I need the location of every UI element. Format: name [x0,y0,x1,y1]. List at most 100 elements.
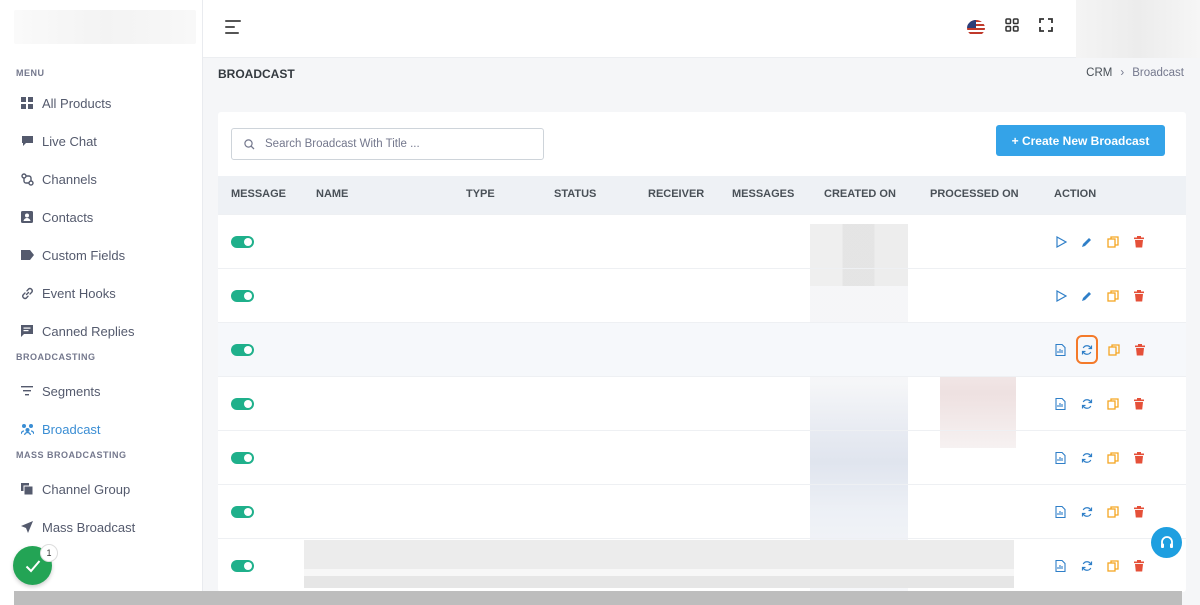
sidebar-item-label: Event Hooks [42,285,116,301]
report-icon[interactable] [1054,397,1067,410]
copy-icon[interactable] [1106,289,1119,302]
notification-badge: 1 [40,544,58,562]
sidebar-item-label: Contacts [42,209,94,225]
link-icon [20,286,34,300]
topbar [203,0,1200,58]
sidebar-item-contacts[interactable]: Contacts [0,198,202,236]
user-avatar[interactable] [1076,0,1200,58]
create-new-broadcast-button[interactable]: + Create New Broadcast [996,125,1165,156]
sidebar-item-channels[interactable]: Channels [0,160,202,198]
sidebar-item-custom-fields[interactable]: Custom Fields [0,236,202,274]
message-toggle[interactable] [231,398,254,410]
search-box[interactable] [231,128,544,160]
table-row [218,376,1186,430]
edit-icon[interactable] [1080,235,1093,248]
refresh-icon[interactable] [1080,559,1093,572]
section-title-mass-broadcasting: MASS BROADCASTING [16,450,127,460]
message-toggle[interactable] [231,506,254,518]
sidebar-item-channel-group[interactable]: Channel Group [0,470,202,508]
report-icon[interactable] [1054,559,1067,572]
message-toggle[interactable] [231,290,254,302]
breadcrumb: CRM › Broadcast [1086,67,1184,79]
apps-grid-icon[interactable] [1005,18,1019,37]
column-header[interactable]: MESSAGE [231,188,286,200]
sidebar-item-event-hooks[interactable]: Event Hooks [0,274,202,312]
horizontal-scrollbar[interactable] [14,591,1182,605]
sidebar-item-label: Segments [42,383,101,399]
copy-icon[interactable] [1107,343,1120,356]
us-flag-icon[interactable] [967,19,985,36]
report-icon[interactable] [1054,451,1067,464]
trash-icon[interactable] [1132,235,1145,248]
menu-toggle-icon[interactable] [225,20,243,36]
sidebar-item-label: Channels [42,171,97,187]
copy-icon[interactable] [1106,505,1119,518]
message-toggle[interactable] [231,560,254,572]
chat-icon [20,134,34,148]
grid-icon [20,96,34,110]
logo[interactable] [0,0,202,58]
copy-icon[interactable] [1106,559,1119,572]
fullscreen-icon[interactable] [1039,18,1053,37]
breadcrumb-current: Broadcast [1132,67,1184,79]
sidebar-item-all-products[interactable]: All Products [0,84,202,122]
play-icon[interactable] [1054,289,1067,302]
sidebar-item-label: Broadcast [42,421,101,437]
copy-icon[interactable] [1106,235,1119,248]
section-title-menu: MENU [16,68,45,78]
column-header[interactable]: PROCESSED ON [930,188,1019,200]
refresh-icon[interactable] [1080,505,1093,518]
trash-icon[interactable] [1132,397,1145,410]
trash-icon[interactable] [1132,559,1145,572]
column-header[interactable]: MESSAGES [732,188,794,200]
column-header[interactable]: CREATED ON [824,188,896,200]
headset-icon [1160,535,1173,548]
copy-icon[interactable] [1106,397,1119,410]
trash-icon[interactable] [1132,289,1145,302]
filter-icon [20,384,34,398]
copy-icon[interactable] [1106,451,1119,464]
play-icon[interactable] [1054,235,1067,248]
column-header[interactable]: ACTION [1054,188,1096,200]
sidebar-item-live-chat[interactable]: Live Chat [0,122,202,160]
message-toggle[interactable] [231,344,254,356]
sidebar-item-label: All Products [42,95,112,111]
sidebar: MENU All Products Live Chat Channels Con… [0,0,203,605]
sidebar-item-mass-broadcast[interactable]: Mass Broadcast [0,508,202,546]
column-header[interactable]: NAME [316,188,348,200]
refresh-icon[interactable] [1076,335,1098,364]
contact-card-icon [20,210,34,224]
table-row [218,430,1186,484]
trash-icon[interactable] [1133,343,1146,356]
sidebar-item-label: Channel Group [42,481,131,497]
table-header: MESSAGE NAME TYPE STATUS RECEIVER MESSAG… [218,176,1186,214]
sidebar-item-broadcast[interactable]: Broadcast [0,410,202,448]
table-row [218,322,1186,376]
sidebar-item-canned-replies[interactable]: Canned Replies [0,312,202,350]
report-icon[interactable] [1054,505,1067,518]
refresh-icon[interactable] [1080,397,1093,410]
sidebar-item-label: Custom Fields [42,247,126,263]
message-toggle[interactable] [231,236,254,248]
page-header: BROADCAST CRM › Broadcast [218,67,1186,83]
column-header[interactable]: STATUS [554,188,596,200]
broadcast-icon [20,422,34,436]
trash-icon[interactable] [1132,451,1145,464]
page-title: BROADCAST [218,67,295,81]
support-chat-button[interactable] [1151,527,1182,558]
column-header[interactable]: TYPE [466,188,495,200]
sidebar-item-segments[interactable]: Segments [0,372,202,410]
sidebar-item-label: Live Chat [42,133,97,149]
broadcast-card: + Create New Broadcast MESSAGE NAME TYPE… [218,112,1186,592]
search-input[interactable] [265,138,525,150]
edit-icon[interactable] [1080,289,1093,302]
breadcrumb-crm[interactable]: CRM [1086,67,1112,79]
refresh-icon[interactable] [1080,451,1093,464]
table-row [218,484,1186,538]
sidebar-item-label: Mass Broadcast [42,519,136,535]
trash-icon[interactable] [1132,505,1145,518]
message-toggle[interactable] [231,452,254,464]
report-icon[interactable] [1054,343,1067,356]
column-header[interactable]: RECEIVER [648,188,704,200]
copy-icon [20,482,34,496]
